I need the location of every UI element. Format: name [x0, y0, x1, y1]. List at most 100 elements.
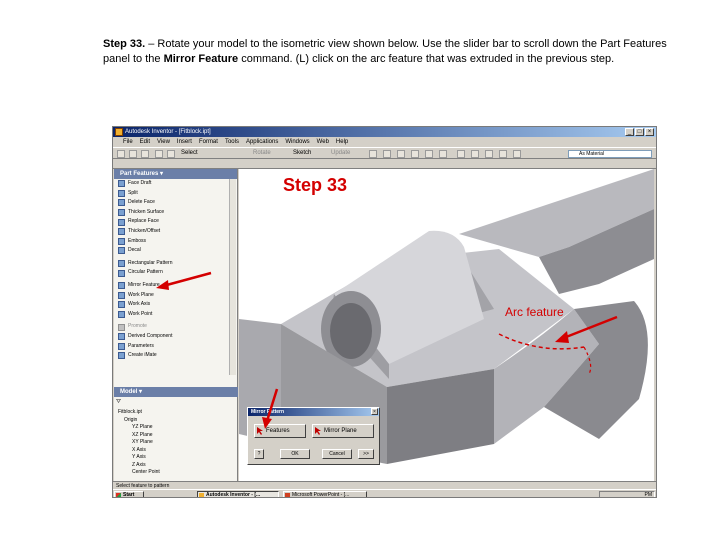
feature-label: Emboss: [128, 237, 147, 244]
sketch-tool[interactable]: Sketch: [293, 148, 311, 159]
mirror-plane-selector-button[interactable]: Mirror Plane: [312, 424, 374, 438]
camera-icon[interactable]: [485, 150, 493, 158]
menu-applications[interactable]: Applications: [246, 137, 278, 147]
mirror-feature-command: Mirror Feature: [163, 53, 239, 65]
feature-label: Face Draft: [128, 180, 152, 186]
taskbar-item-powerpoint[interactable]: Microsoft PowerPoint - [...: [283, 491, 367, 498]
feature-label: Derived Component: [128, 332, 173, 339]
feature-label: Work Point: [128, 310, 153, 317]
feature-icon: [118, 301, 125, 309]
feature-item[interactable]: Work Point: [118, 310, 237, 320]
feature-item[interactable]: Create iMate: [118, 351, 237, 361]
tree-item[interactable]: Center Point: [118, 469, 236, 477]
rotate-tool[interactable]: Rotate: [253, 148, 271, 159]
new-file-icon[interactable]: [117, 150, 125, 158]
pan-icon[interactable]: [411, 150, 419, 158]
mirror-feature-arrow: [156, 271, 212, 290]
feature-item[interactable]: Work Axis: [118, 300, 237, 310]
feature-icon: [118, 180, 125, 188]
feature-label: Split: [128, 189, 138, 196]
instruction-part-2: command. (L) click on the arc feature th…: [238, 53, 615, 65]
feature-item[interactable]: Promote: [118, 322, 237, 332]
clock: PM: [644, 492, 653, 498]
feature-label: Rectangular Pattern: [128, 259, 173, 266]
shaded-display-icon[interactable]: [471, 150, 479, 158]
zoom-window-icon[interactable]: [383, 150, 391, 158]
feature-item[interactable]: Decal: [118, 246, 237, 256]
browser-panel: Part Features ▾ Face Draft Split Delete Fa…: [114, 169, 238, 481]
select-tool[interactable]: Select: [181, 148, 198, 159]
tree-item[interactable]: YZ Plane: [118, 424, 236, 432]
menu-help[interactable]: Help: [336, 137, 348, 147]
feature-icon: [118, 311, 125, 319]
feature-icon: [118, 199, 125, 207]
secondary-toolbar: [113, 159, 656, 169]
cancel-button[interactable]: Cancel: [322, 449, 352, 459]
start-button[interactable]: Start: [114, 491, 144, 497]
feature-item[interactable]: Face Draft: [118, 179, 237, 189]
feature-label: Decal: [128, 247, 141, 254]
color-icon[interactable]: [513, 150, 521, 158]
feature-item[interactable]: Emboss: [118, 237, 237, 247]
minimize-button[interactable]: _: [625, 128, 634, 136]
feature-icon: [118, 269, 125, 277]
rotate-view-icon[interactable]: [439, 150, 447, 158]
close-button[interactable]: ×: [645, 128, 654, 136]
filter-icon[interactable]: ⛛: [116, 399, 126, 407]
menu-view[interactable]: View: [157, 137, 170, 147]
feature-item[interactable]: Replace Face: [118, 217, 237, 227]
tree-item[interactable]: Origin: [118, 417, 236, 425]
update-tool[interactable]: Update: [331, 148, 350, 159]
feature-item[interactable]: Delete Face: [118, 198, 237, 208]
menu-edit[interactable]: Edit: [140, 137, 150, 147]
feature-item[interactable]: Thicken/Offset: [118, 227, 237, 237]
undo-icon[interactable]: [155, 150, 163, 158]
menu-insert[interactable]: Insert: [177, 137, 192, 147]
menu-bar: File Edit View Insert Format Tools Appli…: [113, 137, 656, 147]
zoom-icon[interactable]: [397, 150, 405, 158]
menu-windows[interactable]: Windows: [285, 137, 309, 147]
windows-logo-icon: [116, 493, 121, 497]
taskbar-item-label: Microsoft PowerPoint - [...: [292, 492, 350, 498]
inventor-task-icon: [199, 493, 204, 497]
menu-tools[interactable]: Tools: [225, 137, 239, 147]
material-select[interactable]: As Material: [568, 150, 652, 158]
feature-item[interactable]: Derived Component: [118, 332, 237, 342]
save-icon[interactable]: [141, 150, 149, 158]
step-label: Step 33: [283, 175, 348, 195]
dialog-help-button[interactable]: ?: [254, 449, 264, 459]
dialog-close-icon[interactable]: ×: [371, 408, 378, 415]
tree-item[interactable]: Y Axis: [118, 454, 236, 462]
feature-item[interactable]: Rectangular Pattern: [118, 259, 237, 269]
model-header[interactable]: Model ▾: [114, 387, 238, 397]
dialog-arrow-shaft: [265, 388, 279, 422]
ok-button[interactable]: OK: [280, 449, 310, 459]
help-icon[interactable]: [499, 150, 507, 158]
taskbar-item-inventor[interactable]: Autodesk Inventor - [...: [197, 491, 279, 497]
part-features-header[interactable]: Part Features ▾: [114, 169, 237, 179]
look-at-icon[interactable]: [457, 150, 465, 158]
maximize-button[interactable]: □: [635, 128, 644, 136]
panel-scrollbar[interactable]: [229, 179, 236, 375]
status-bar: Select feature to pattern: [113, 481, 656, 489]
feature-item[interactable]: Parameters: [118, 342, 237, 352]
menu-format[interactable]: Format: [199, 137, 218, 147]
feature-item[interactable]: Thicken Surface: [118, 208, 237, 218]
more-options-button[interactable]: >>: [358, 449, 374, 459]
tree-item[interactable]: XZ Plane: [118, 432, 236, 440]
zoom-selected-icon[interactable]: [425, 150, 433, 158]
tree-item[interactable]: Fitblock.ipt: [118, 409, 236, 417]
feature-item[interactable]: Split: [118, 189, 237, 199]
instruction-text: Step 33. – Rotate your model to the isom…: [103, 37, 683, 67]
zoom-all-icon[interactable]: [369, 150, 377, 158]
windows-taskbar: Start Autodesk Inventor - [... Microsoft…: [113, 489, 656, 498]
inventor-app-icon: [115, 128, 123, 136]
tree-item[interactable]: XY Plane: [118, 439, 236, 447]
feature-icon: [118, 209, 125, 217]
redo-icon[interactable]: [167, 150, 175, 158]
tree-item[interactable]: Z Axis: [118, 462, 236, 470]
menu-web[interactable]: Web: [317, 137, 329, 147]
tree-item[interactable]: X Axis: [118, 447, 236, 455]
open-file-icon[interactable]: [129, 150, 137, 158]
menu-file[interactable]: File: [123, 137, 133, 147]
